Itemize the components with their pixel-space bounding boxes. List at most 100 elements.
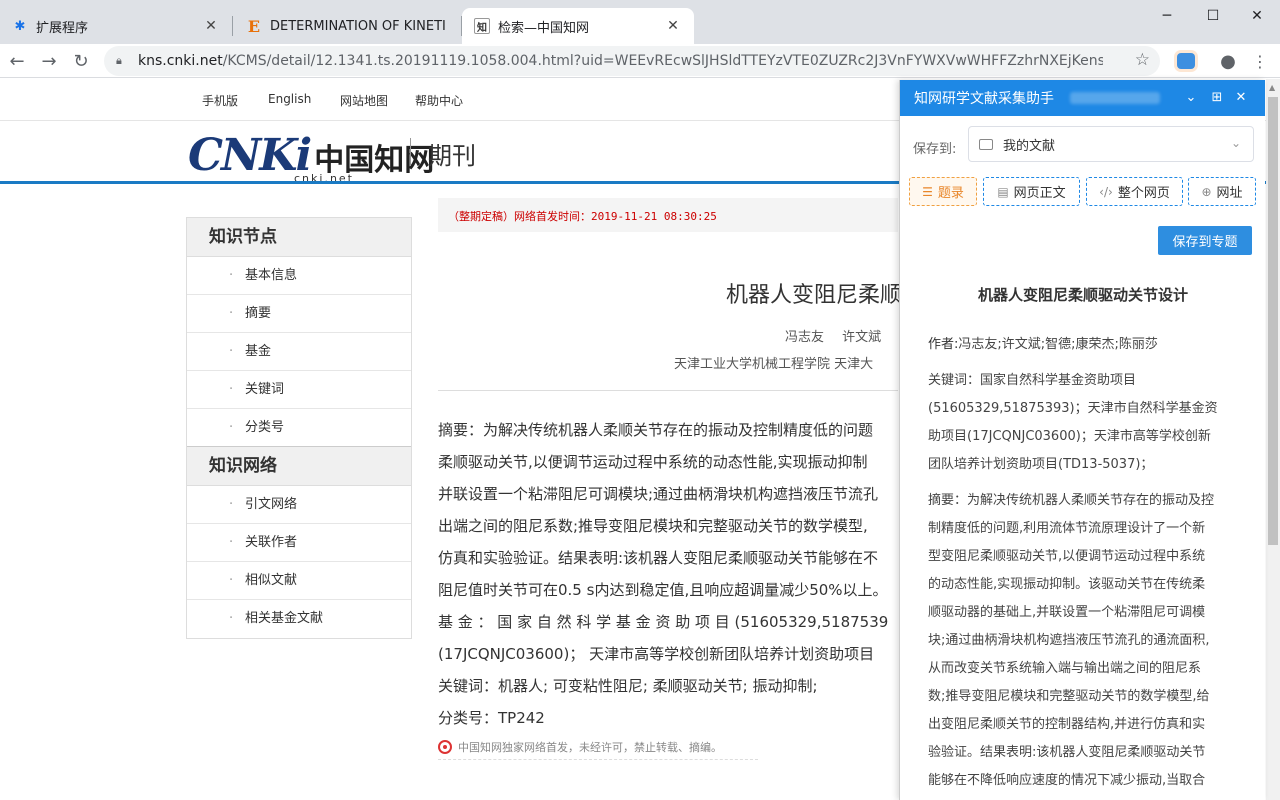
abstract-line: 仿真和实验验证。结果表明:该机器人变阻尼柔顺驱动关节能够在不	[438, 549, 879, 567]
panel-title: 知网研学文献采集助手	[914, 91, 1054, 107]
e-letter-icon: E	[247, 16, 261, 36]
tab-strip: ✱ 扩展程序 ✕ E DETERMINATION OF KINETI 知 检索—…	[0, 0, 1280, 44]
logo-latin: CNKi	[188, 130, 312, 181]
maximize-icon[interactable]: ☐	[1190, 2, 1236, 30]
nav-help-link[interactable]: 帮助中心	[415, 92, 463, 109]
abstract-line: 顺驱动器的基础上,并联设置一个粘滞阻尼可调模	[928, 605, 1206, 620]
nav-sitemap-link[interactable]: 网站地图	[340, 92, 388, 109]
folder-value: 我的文献	[1003, 138, 1056, 154]
abstract-line: 能够在不降低响应速度的情况下减少振动,当取合	[928, 773, 1206, 788]
abstract-line: 摘要：为解决传统机器人柔顺关节存在的振动及控制精度低的问题	[438, 421, 874, 439]
document-icon: ▤	[997, 184, 1009, 199]
close-icon[interactable]: ✕	[202, 18, 220, 34]
authors-label: 作者:	[928, 337, 959, 352]
back-arrow-icon[interactable]: ←	[4, 48, 30, 74]
tab-title: 扩展程序	[36, 20, 89, 36]
authors-value: 冯志友;许文斌;智德;康荣杰;陈丽莎	[958, 337, 1158, 352]
url-path: /KCMS/detail/12.1341.ts.20191119.1058.00…	[222, 53, 1103, 69]
target-icon	[438, 739, 452, 754]
keywords-line: 关键词：国家自然科学基金资助项目	[928, 373, 1137, 388]
puzzle-icon: ✱	[14, 18, 26, 34]
abstract-line: 型变阻尼柔顺驱动关节,以便调节运动过程中系统	[928, 549, 1206, 564]
article-authors[interactable]: 冯志友 许文斌	[785, 326, 881, 345]
abstract-line: 制精度低的问题,利用流体节流原理设计了一个新	[928, 521, 1206, 536]
reload-icon[interactable]: ↻	[68, 48, 94, 74]
knowledge-sidenav: 知识节点 基本信息 摘要 基金 关键词 分类号 知识网络 引文网络 关联作者 相…	[186, 217, 412, 639]
sidenav-item-similar-docs[interactable]: 相似文献	[187, 562, 411, 600]
cnki-icon: 知	[474, 18, 490, 34]
abstract-line: 出端之间的阻尼系数;推导变阻尼模块和完整驱动关节的数学模型,	[438, 517, 868, 535]
sidenav-item-classification[interactable]: 分类号	[187, 409, 411, 447]
list-icon: ☰	[922, 184, 933, 199]
abstract-line: 从而改变关节系统输入端与输出端之间的阻尼系	[928, 661, 1202, 676]
address-bar[interactable]: 🔒︎ kns.cnki.net /KCMS/detail/12.1341.ts.…	[104, 46, 1160, 76]
keywords-line: 团队培养计划资助项目(TD13-5037)；	[928, 457, 1154, 472]
copyright-notice: 中国知网独家网络首发，未经许可，禁止转载、摘编。	[438, 734, 758, 760]
close-icon[interactable]: ✕	[1232, 88, 1250, 106]
save-to-topic-button[interactable]: 保存到专题	[1158, 226, 1252, 255]
cnki-extension-icon[interactable]	[1172, 48, 1200, 74]
abstract-line: 块;通过曲柄滑块机构遮挡液压节流孔的通流面积,	[928, 633, 1210, 648]
mode-citation-button[interactable]: ☰ 题录	[909, 177, 977, 206]
sidenav-item-basic-info[interactable]: 基本信息	[187, 257, 411, 295]
sidenav-item-keywords[interactable]: 关键词	[187, 371, 411, 409]
classification-line: 分类号：TP242	[438, 709, 545, 727]
chevron-down-icon: ⌄	[1230, 136, 1241, 150]
tab-paper[interactable]: E DETERMINATION OF KINETI	[234, 8, 460, 44]
scroll-up-icon[interactable]: ▲	[1269, 83, 1275, 92]
chevron-down-icon[interactable]: ⌄	[1182, 88, 1200, 106]
article-body: 摘要：为解决传统机器人柔顺关节存在的振动及控制精度低的问题 柔顺驱动关节,以便调…	[438, 414, 898, 734]
sidenav-item-citation-network[interactable]: 引文网络	[187, 486, 411, 524]
sidenav-item-abstract[interactable]: 摘要	[187, 295, 411, 333]
authors-row: 作者:冯志友;许文斌;智德;康荣杰;陈丽莎	[928, 331, 1238, 359]
copyright-text: 中国知网独家网络首发，未经许可，禁止转载、摘编。	[458, 740, 722, 754]
divider	[438, 390, 898, 391]
abstract-line: 柔顺驱动关节,以便调节运动过程中系统的动态性能,实现振动抑制	[438, 453, 868, 471]
mode-whole-page-button[interactable]: ‹/› 整个网页	[1086, 177, 1183, 206]
keywords-line: 关键词：机器人; 可变粘性阻尼; 柔顺驱动关节; 振动抑制;	[438, 677, 818, 695]
sidenav-item-related-authors[interactable]: 关联作者	[187, 524, 411, 562]
sidenav-heading: 知识节点	[187, 218, 411, 257]
tab-divider	[232, 16, 233, 36]
abstract-line: 摘要：为解决传统机器人柔顺关节存在的振动及控	[928, 493, 1215, 508]
sidenav-item-fund[interactable]: 基金	[187, 333, 411, 371]
abstract-line: 并联设置一个粘滞阻尼可调模块;通过曲柄滑块机构遮挡液压节流孔	[438, 485, 879, 503]
url-host: kns.cnki.net	[138, 53, 223, 69]
mode-label: 整个网页	[1117, 186, 1170, 201]
globe-icon: ⊕	[1201, 184, 1212, 199]
menu-dots-icon[interactable]: ⋮	[1246, 48, 1274, 74]
mode-label: 题录	[937, 186, 964, 201]
collector-panel: 知网研学文献采集助手 ⌄ ⊞ ✕ 保存到: 我的文献 ⌄ ☰ 题录 ▤ 网页正文 ‹…	[899, 80, 1265, 800]
abstract-line: 验验证。结果表明:该机器人变阻尼柔顺驱动关节	[928, 745, 1206, 760]
blurred-username	[1070, 92, 1160, 104]
mode-page-text-button[interactable]: ▤ 网页正文	[983, 177, 1080, 206]
sidenav-item-related-fund-docs[interactable]: 相关基金文献	[187, 600, 411, 638]
cnki-logo[interactable]: CNKi 中国知网 cnki.net	[188, 130, 434, 185]
scrollbar-thumb[interactable]	[1268, 97, 1278, 545]
section-title: 期刊	[428, 142, 476, 170]
tab-extensions[interactable]: ✱ 扩展程序 ✕	[0, 8, 232, 44]
page-scrollbar[interactable]: ▲	[1266, 79, 1280, 800]
nav-mobile-link[interactable]: 手机版	[202, 92, 238, 109]
forward-arrow-icon[interactable]: →	[36, 48, 62, 74]
profile-icon[interactable]: ●	[1214, 48, 1242, 74]
abstract-line: 的动态性能,实现振动抑制。该驱动关节在传统柔	[928, 577, 1206, 592]
extension-badge	[1177, 53, 1195, 69]
nav-english-link[interactable]: English	[268, 92, 311, 106]
grid-icon[interactable]: ⊞	[1208, 88, 1226, 106]
star-icon[interactable]: ☆	[1135, 50, 1150, 70]
tab-title: 检索—中国知网	[498, 20, 590, 36]
abstract-block: 摘要：为解决传统机器人柔顺关节存在的振动及控 制精度低的问题,利用流体节流原理设…	[928, 487, 1238, 795]
folder-select[interactable]: 我的文献 ⌄	[968, 126, 1254, 162]
online-first-notice: （整期定稿）网络首发时间：2019-11-21 08:30:25	[438, 198, 898, 232]
minimize-icon[interactable]: ─	[1144, 2, 1190, 30]
keywords-block: 关键词：国家自然科学基金资助项目 (51605329,51875393)；天津市…	[928, 367, 1238, 479]
keywords-line: (51605329,51875393)；天津市自然科学基金资	[928, 401, 1218, 416]
fund-line: (17JCQNJC03600)； 天津市高等学校创新团队培养计划资助项目	[438, 645, 875, 663]
tab-title: DETERMINATION OF KINETI	[270, 18, 446, 34]
close-icon[interactable]: ✕	[664, 18, 682, 34]
mode-url-button[interactable]: ⊕ 网址	[1188, 177, 1256, 206]
tab-cnki[interactable]: 知 检索—中国知网 ✕	[462, 8, 694, 44]
article-organization[interactable]: 天津工业大学机械工程学院 天津大	[674, 353, 873, 372]
window-close-icon[interactable]: ✕	[1234, 2, 1280, 30]
